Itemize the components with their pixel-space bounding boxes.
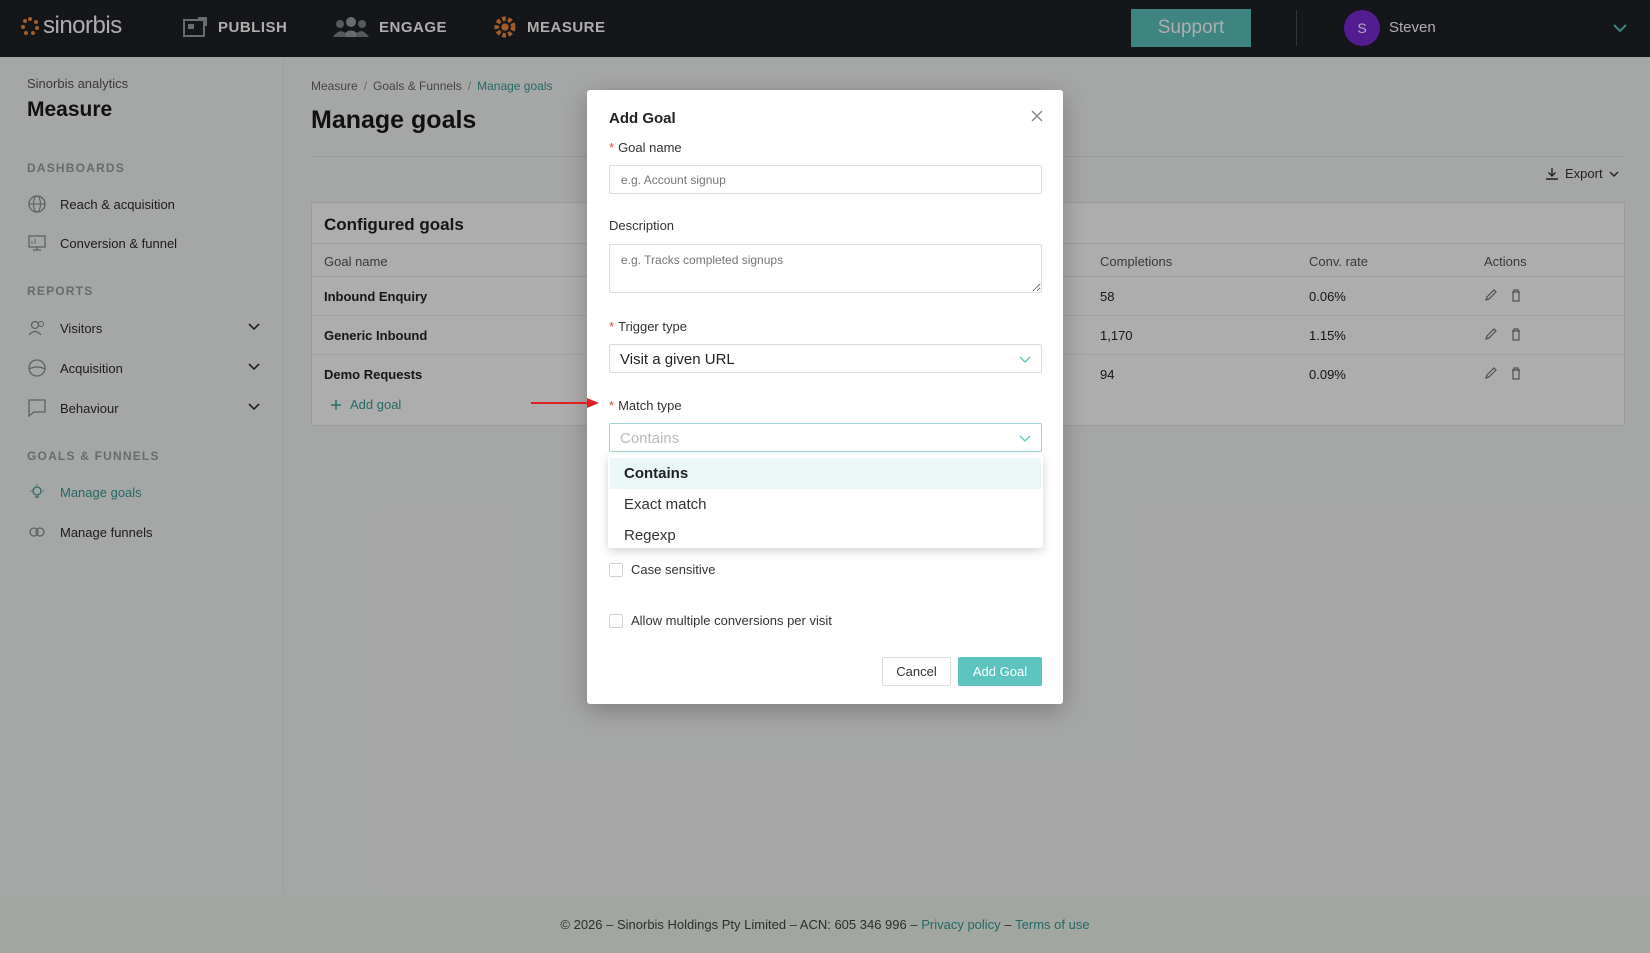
option-regexp[interactable]: Regexp <box>610 520 1041 551</box>
add-goal-dialog: Add Goal *Goal name Description *Trigger… <box>587 90 1063 704</box>
chevron-down-icon <box>1019 356 1031 363</box>
match-type-select[interactable]: Contains <box>609 423 1042 452</box>
option-contains[interactable]: Contains <box>610 458 1041 489</box>
checkbox-box[interactable] <box>609 613 623 628</box>
goal-name-label: * Goal name <box>609 140 682 155</box>
trigger-type-value: Visit a given URL <box>620 351 735 368</box>
goal-name-input[interactable] <box>609 165 1042 194</box>
match-type-value: Contains <box>620 430 680 447</box>
trigger-type-label: * Trigger type <box>609 319 687 334</box>
dialog-title: Add Goal <box>609 110 676 127</box>
close-icon[interactable] <box>1029 108 1045 124</box>
match-type-dropdown: Contains Exact match Regexp <box>608 454 1043 548</box>
cancel-button[interactable]: Cancel <box>882 657 951 686</box>
case-sensitive-label: Case sensitive <box>631 562 716 577</box>
case-sensitive-checkbox[interactable]: Case sensitive <box>609 562 716 577</box>
multiple-conversions-label: Allow multiple conversions per visit <box>631 613 832 628</box>
multiple-conversions-checkbox[interactable]: Allow multiple conversions per visit <box>609 613 832 628</box>
match-type-label: * Match type <box>609 398 682 413</box>
trigger-type-select[interactable]: Visit a given URL <box>609 344 1042 373</box>
chevron-down-icon <box>1019 435 1031 442</box>
description-label: Description <box>609 218 675 233</box>
checkbox-box[interactable] <box>609 562 623 577</box>
red-arrow-annotation <box>531 398 599 408</box>
add-goal-button[interactable]: Add Goal <box>958 657 1042 686</box>
description-textarea[interactable] <box>609 244 1042 293</box>
option-exact-match[interactable]: Exact match <box>610 489 1041 520</box>
